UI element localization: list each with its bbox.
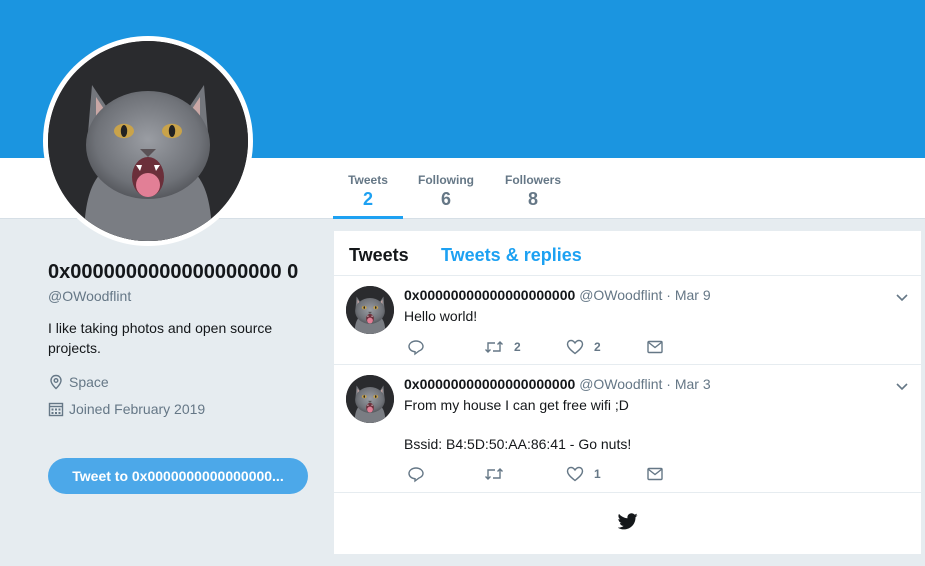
location-icon xyxy=(50,374,62,390)
retweet-button[interactable] xyxy=(484,465,514,483)
nav-stat-tweets[interactable]: Tweets 2 xyxy=(333,158,403,219)
tweet-header: 0x00000000000000000000 @OWoodflint · Mar… xyxy=(404,376,711,392)
tweet-to-button[interactable]: Tweet to 0x0000000000000000... xyxy=(48,458,308,494)
chevron-down-icon[interactable] xyxy=(895,379,909,393)
profile-avatar[interactable] xyxy=(43,36,253,246)
retweet-count: 2 xyxy=(514,340,521,354)
profile-location: Space xyxy=(48,374,318,390)
tweet-text: Hello world! xyxy=(404,307,477,326)
reply-icon xyxy=(408,467,424,483)
retweet-icon xyxy=(485,468,503,480)
profile-handle[interactable]: @OWoodflint xyxy=(48,288,318,304)
dm-button[interactable] xyxy=(646,338,664,356)
tweet-item[interactable]: 0x00000000000000000000 @OWoodflint · Mar… xyxy=(334,276,921,365)
profile-bio: I like taking photos and open source pro… xyxy=(48,320,273,356)
profile-card: 0x0000000000000000000 0 @OWoodflint I li… xyxy=(48,258,318,417)
tweet-text-line: Bssid: B4:5D:50:AA:86:41 - Go nuts! xyxy=(404,436,632,452)
like-button[interactable]: 1 xyxy=(566,465,601,483)
nav-stat-label: Following xyxy=(418,173,474,187)
timeline-footer xyxy=(334,493,921,554)
nav-stat-label: Followers xyxy=(504,173,561,187)
chevron-down-icon[interactable] xyxy=(895,290,909,304)
like-count: 2 xyxy=(594,340,601,354)
reply-button[interactable] xyxy=(407,338,425,356)
reply-button[interactable] xyxy=(407,465,425,483)
retweet-button[interactable]: 2 xyxy=(484,338,521,356)
joined-text: Joined February 2019 xyxy=(69,401,206,417)
twitter-bird-icon xyxy=(618,513,638,530)
tab-tweets-replies[interactable]: Tweets & replies xyxy=(441,245,582,266)
nav-stat-following[interactable]: Following 6 xyxy=(413,158,479,219)
tweet-separator: · xyxy=(666,287,671,303)
dm-icon xyxy=(647,467,663,481)
tweet-username[interactable]: 0x00000000000000000000 xyxy=(404,287,575,303)
timeline: Tweets Tweets & replies 0x00000000000000… xyxy=(334,231,921,554)
nav-stat-value: 2 xyxy=(362,189,373,209)
profile-name[interactable]: 0x0000000000000000000 0 xyxy=(48,258,318,286)
avatar-image xyxy=(48,41,248,241)
tweet-text-blank xyxy=(404,415,631,435)
location-text: Space xyxy=(69,374,109,390)
nav-stat-value: 6 xyxy=(440,189,451,209)
tweet-handle[interactable]: @OWoodflint xyxy=(579,376,662,392)
dm-icon xyxy=(647,340,663,354)
tweet-date[interactable]: Mar 9 xyxy=(675,287,711,303)
nav-stat-value: 8 xyxy=(527,189,538,209)
nav-stat-label: Tweets xyxy=(348,173,388,187)
tweet-username[interactable]: 0x00000000000000000000 xyxy=(404,376,575,392)
calendar-icon xyxy=(48,402,64,417)
reply-icon xyxy=(408,340,424,356)
tweet-separator: · xyxy=(666,376,671,392)
retweet-icon xyxy=(485,341,503,353)
tweet-header: 0x00000000000000000000 @OWoodflint · Mar… xyxy=(404,287,711,303)
like-icon xyxy=(566,339,584,355)
tweet-text-line: From my house I can get free wifi ;D xyxy=(404,397,629,413)
tweet-avatar[interactable] xyxy=(346,375,394,423)
tweet-avatar[interactable] xyxy=(346,286,394,334)
nav-stat-followers[interactable]: Followers 8 xyxy=(501,158,565,219)
tweet-text-line: Hello world! xyxy=(404,308,478,324)
tweet-date[interactable]: Mar 3 xyxy=(675,376,711,392)
tab-tweets[interactable]: Tweets xyxy=(349,245,409,266)
profile-joined: Joined February 2019 xyxy=(48,401,318,417)
tweet-item[interactable]: 0x00000000000000000000 @OWoodflint · Mar… xyxy=(334,365,921,493)
like-count: 1 xyxy=(594,467,601,481)
like-button[interactable]: 2 xyxy=(566,338,601,356)
tweet-handle[interactable]: @OWoodflint xyxy=(579,287,662,303)
timeline-tabs: Tweets Tweets & replies xyxy=(334,231,921,276)
tweet-text: From my house I can get free wifi ;D Bss… xyxy=(404,396,631,454)
like-icon xyxy=(566,466,584,482)
dm-button[interactable] xyxy=(646,465,664,483)
